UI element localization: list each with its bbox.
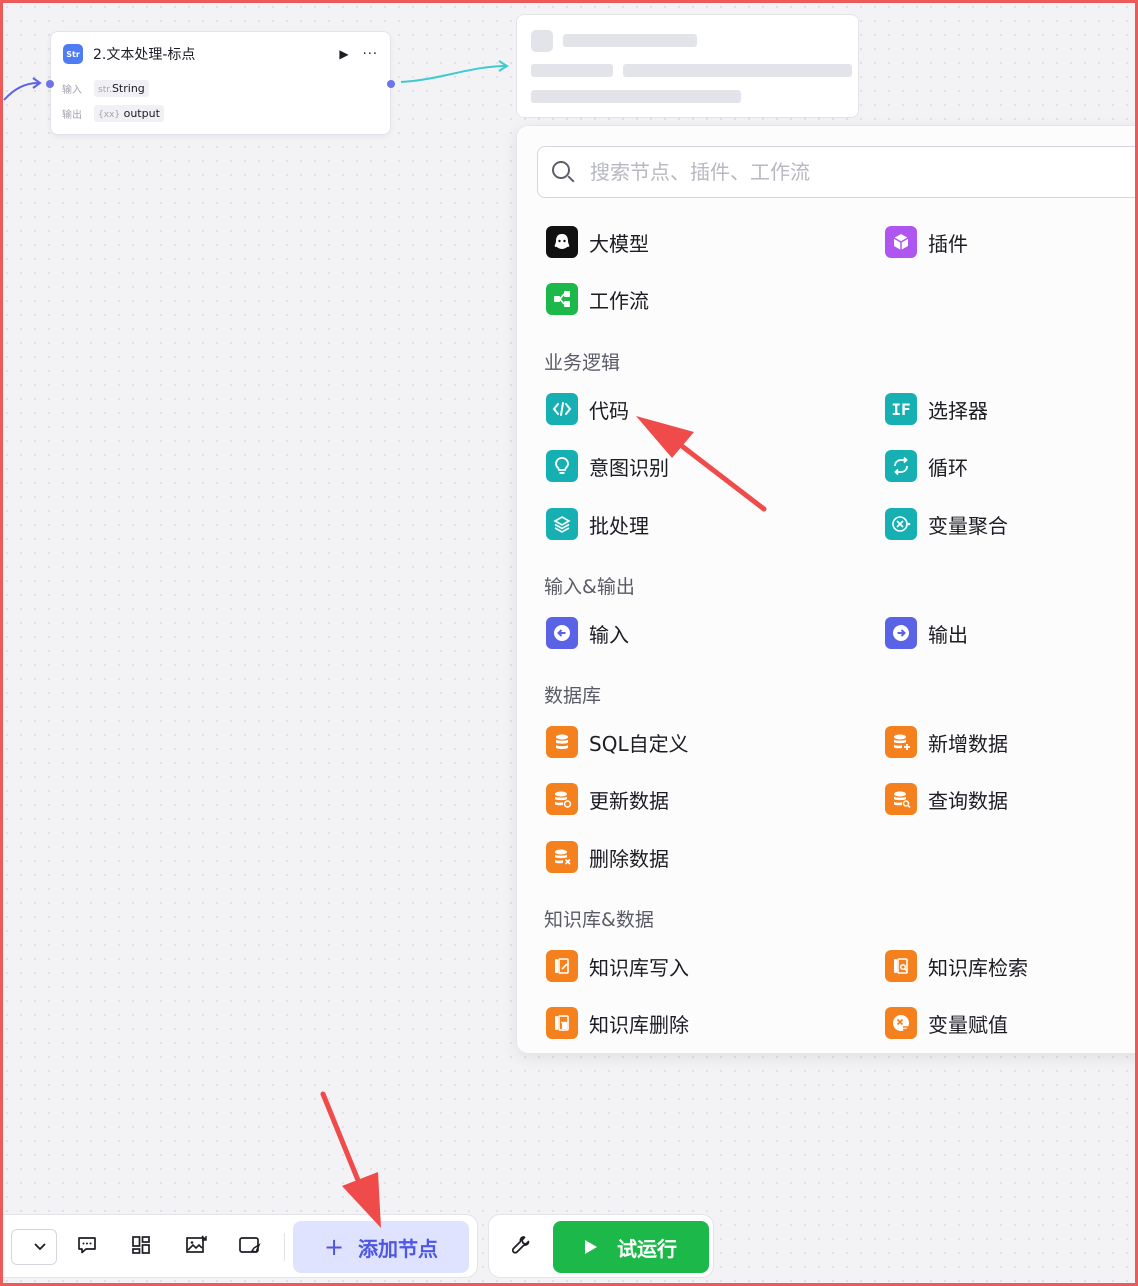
kb-search-icon — [885, 950, 917, 982]
section-title-knowledge: 知识库&数据 — [544, 909, 654, 931]
llm-icon — [546, 226, 578, 258]
plus-icon: + — [323, 1233, 345, 1261]
section-title-io: 输入&输出 — [544, 576, 635, 598]
node-item-intent[interactable]: 意图识别 — [546, 450, 669, 482]
run-toolbar: 试运行 — [488, 1214, 714, 1278]
kb-write-icon — [546, 950, 578, 982]
node-output-port[interactable] — [387, 80, 395, 88]
node-picker-panel: 大模型 插件 工作流 业务逻辑 代码 IF 选择器 意图识别 循环 — [516, 125, 1138, 1054]
minimap-icon — [238, 1234, 262, 1260]
workflow-node-card[interactable]: Str 2.文本处理-标点 ▶ ··· 输入 str.String 输出 {xx… — [50, 31, 391, 135]
output-arrow-icon — [885, 617, 917, 649]
node-output-label: 输出 — [62, 110, 82, 121]
node-item-sql[interactable]: SQL自定义 — [546, 726, 689, 758]
node-item-variable-assign[interactable]: 变量赋值 — [885, 1007, 1008, 1039]
node-item-kb-write[interactable]: 知识库写入 — [546, 950, 689, 982]
if-icon: IF — [885, 393, 917, 425]
search-box[interactable] — [537, 146, 1138, 198]
section-title-business-logic: 业务逻辑 — [544, 352, 621, 374]
section-title-database: 数据库 — [544, 685, 602, 707]
node-item-kb-search[interactable]: 知识库检索 — [885, 950, 1028, 982]
database-update-icon — [546, 783, 578, 815]
node-item-loop[interactable]: 循环 — [885, 450, 968, 482]
image-button[interactable] — [178, 1229, 214, 1265]
test-run-button[interactable]: 试运行 — [553, 1221, 709, 1273]
node-item-workflow[interactable]: 工作流 — [546, 283, 649, 315]
node-item-kb-delete[interactable]: 知识库删除 — [546, 1007, 689, 1039]
bottom-toolbar: + 添加节点 — [0, 1214, 478, 1278]
zoom-dropdown[interactable] — [11, 1229, 57, 1265]
node-item-output[interactable]: 输出 — [885, 617, 968, 649]
settings-button[interactable] — [503, 1229, 539, 1265]
node-item-plugin[interactable]: 插件 — [885, 226, 968, 258]
variable-assign-icon — [885, 1007, 917, 1039]
node-output-name: {xx} output — [94, 105, 164, 122]
layout-button[interactable] — [123, 1229, 159, 1265]
database-search-icon — [885, 783, 917, 815]
aggregate-icon — [885, 508, 917, 540]
wrench-icon — [510, 1234, 532, 1260]
node-input-type: str.String — [94, 80, 149, 97]
node-title: 2.文本处理-标点 — [93, 47, 196, 63]
loop-icon — [885, 450, 917, 482]
chevron-down-icon — [32, 1238, 48, 1258]
node-item-update-data[interactable]: 更新数据 — [546, 783, 669, 815]
input-arrow-icon — [546, 617, 578, 649]
node-input-label: 输入 — [62, 85, 82, 96]
code-icon — [546, 393, 578, 425]
node-item-add-data[interactable]: 新增数据 — [885, 726, 1008, 758]
search-icon — [550, 159, 576, 185]
text-process-icon: Str — [63, 44, 83, 64]
database-icon — [546, 726, 578, 758]
layout-grid-icon — [130, 1234, 152, 1260]
comment-button[interactable] — [69, 1229, 105, 1265]
node-item-input[interactable]: 输入 — [546, 617, 629, 649]
plugin-cube-icon — [885, 226, 917, 258]
minimap-button[interactable] — [232, 1229, 268, 1265]
node-item-code[interactable]: 代码 — [546, 393, 629, 425]
node-item-delete-data[interactable]: 删除数据 — [546, 841, 669, 873]
more-icon[interactable]: ··· — [363, 47, 378, 62]
bulb-icon — [546, 450, 578, 482]
search-input[interactable] — [590, 160, 1090, 184]
database-add-icon — [885, 726, 917, 758]
node-item-batch[interactable]: 批处理 — [546, 508, 649, 540]
database-delete-icon — [546, 841, 578, 873]
node-input-port[interactable] — [46, 80, 54, 88]
node-item-llm[interactable]: 大模型 — [546, 226, 649, 258]
image-icon — [184, 1234, 208, 1260]
node-item-selector[interactable]: IF 选择器 — [885, 393, 988, 425]
toolbar-divider — [284, 1233, 285, 1261]
node-item-query-data[interactable]: 查询数据 — [885, 783, 1008, 815]
node-run-icon[interactable]: ▶ — [339, 47, 348, 61]
kb-delete-icon — [546, 1007, 578, 1039]
comment-icon — [76, 1234, 98, 1260]
add-node-button[interactable]: + 添加节点 — [293, 1221, 469, 1273]
workflow-icon — [546, 283, 578, 315]
layers-icon — [546, 508, 578, 540]
play-icon — [585, 1240, 597, 1254]
placeholder-node-skeleton — [516, 14, 859, 118]
node-item-variable-aggregate[interactable]: 变量聚合 — [885, 508, 1008, 540]
